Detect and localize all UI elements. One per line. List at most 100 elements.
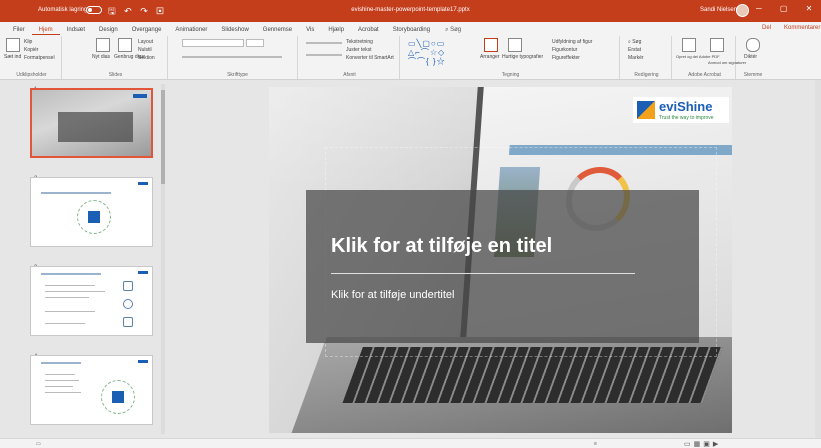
slide-thumbnail-2[interactable] [30, 177, 153, 247]
slide-thumbnail-3[interactable] [30, 266, 153, 336]
slide-counter: ▭ [36, 441, 41, 447]
format-painter-button[interactable]: Formatpensel [24, 55, 55, 61]
replace-button[interactable]: Erstat [628, 47, 641, 53]
paste-button[interactable]: Sæt ind [4, 54, 21, 60]
thumbnails-scrollbar[interactable] [161, 84, 165, 434]
group-label-acrobat: Adobe Acrobat [688, 72, 721, 78]
shape-outline-button[interactable]: Figurkontur [552, 47, 577, 53]
shape-fill-button[interactable]: Udfyldning af figur [552, 39, 592, 45]
thumb-title-line [41, 273, 101, 275]
arrange-button[interactable]: Arranger [480, 54, 499, 60]
thumb-icon [123, 317, 133, 327]
thumb-text-line [45, 392, 81, 393]
editing-canvas: eviShine Trust the way to improve Klik f… [168, 80, 821, 438]
file-name: evishine-master-powerpoint-template17.pp… [351, 7, 470, 13]
dictate-button[interactable]: Diktér [744, 54, 757, 60]
tab-file[interactable]: Filer [6, 25, 32, 35]
quick-styles-icon[interactable] [508, 38, 522, 52]
brand-tagline: Trust the way to improve [659, 115, 714, 121]
ribbon-groups: Sæt ind Klip Kopiér Formatpensel Udklips… [0, 36, 821, 79]
group-slides: Nyt dias Genbrug dias Layout Nulstil Sek… [64, 36, 168, 79]
slide-1[interactable]: eviShine Trust the way to improve Klik f… [269, 87, 732, 433]
tab-review[interactable]: Gennemse [256, 25, 299, 35]
shape-effects-button[interactable]: Figureffekter [552, 55, 580, 61]
ribbon-search-label: Søg [450, 27, 462, 33]
ribbon: Filer Hjem Indsæt Design Overgange Anima… [0, 22, 821, 80]
alignment-buttons[interactable] [306, 54, 342, 56]
group-font: Skrifttype [178, 36, 298, 79]
reuse-slides-icon[interactable] [118, 38, 132, 52]
tab-insert[interactable]: Indsæt [60, 25, 92, 35]
font-name-select[interactable] [182, 39, 244, 47]
thumb-icon [123, 281, 133, 291]
layout-button[interactable]: Layout [138, 39, 153, 45]
tab-slideshow[interactable]: Slideshow [214, 25, 255, 35]
tab-home[interactable]: Hjem [31, 25, 60, 35]
view-buttons[interactable]: ▭▦▣▶ [684, 440, 721, 448]
user-name[interactable]: Sandi Nielsen [700, 7, 737, 13]
status-bar: ▭ ≡ ▭▦▣▶ [0, 438, 821, 448]
thumb-text-line [45, 291, 105, 292]
tab-acrobat[interactable]: Acrobat [351, 25, 386, 35]
thumb-title-line [41, 362, 81, 364]
group-editing: ⌕ Søg Erstat Markér Redigering [622, 36, 672, 79]
tab-design[interactable]: Design [92, 25, 125, 35]
group-voice: Diktér Stemme [738, 36, 768, 79]
tab-animations[interactable]: Animationer [168, 25, 214, 35]
slide-thumbnails-pane: 1 2 3 4 [0, 80, 168, 438]
tab-storyboarding[interactable]: Storyboarding [386, 25, 437, 35]
request-signatures-icon[interactable] [710, 38, 724, 52]
create-pdf-button[interactable]: Opret og del Adobe PDF [676, 54, 720, 59]
align-text-button[interactable]: Juster tekst [346, 47, 372, 53]
find-button[interactable]: ⌕ Søg [628, 39, 641, 45]
cut-button[interactable]: Klip [24, 39, 32, 45]
notes-button[interactable]: ≡ [594, 441, 597, 447]
thumb-text-line [45, 374, 75, 375]
quick-styles-button[interactable]: Hurtige typografier [502, 54, 543, 60]
ribbon-search[interactable]: ⌕ Søg [445, 25, 461, 35]
thumb-text-line [45, 285, 95, 286]
slide-thumbnail-1[interactable] [30, 88, 153, 158]
subtitle-placeholder[interactable]: Klik for at tilføje undertitel [331, 289, 455, 301]
new-slide-button[interactable]: Nyt dias [92, 54, 110, 60]
thumb-title-line [41, 192, 111, 194]
title-placeholder[interactable]: Klik for at tilføje en titel [331, 235, 552, 258]
canvas-scrollbar[interactable] [815, 80, 821, 438]
title-overlay-box: Klik for at tilføje en titel Klik for at… [306, 190, 699, 343]
reset-button[interactable]: Nulstil [138, 47, 152, 53]
thumb-logo [138, 360, 148, 363]
thumb-logo [133, 94, 147, 98]
avatar[interactable] [736, 4, 749, 17]
font-size-select[interactable] [246, 39, 264, 47]
copy-button[interactable]: Kopiér [24, 47, 38, 53]
group-label-voice: Stemme [743, 72, 763, 78]
group-label-paragraph: Afsnit [343, 72, 356, 78]
group-paragraph: Tekstretning Juster tekst Konverter til … [300, 36, 400, 79]
list-buttons[interactable] [306, 42, 342, 44]
window-controls[interactable]: ─ ▢ ✕ [756, 4, 820, 13]
new-slide-icon[interactable] [96, 38, 110, 52]
create-pdf-icon[interactable] [682, 38, 696, 52]
paste-icon[interactable] [6, 38, 20, 52]
tab-transitions[interactable]: Overgange [125, 25, 169, 35]
arrange-icon[interactable] [484, 38, 498, 52]
find-label: Søg [632, 39, 642, 45]
group-label-slides: Slides [108, 72, 123, 78]
group-label-editing: Redigering [634, 72, 659, 78]
shapes-gallery[interactable]: ▭╲▢○▭ △⌐⌒☆◇ ⌒⌒{ }☆ [408, 39, 446, 66]
share-button[interactable]: Del [762, 25, 771, 31]
section-button[interactable]: Sektion [138, 55, 155, 61]
thumb-logo [138, 271, 148, 274]
slide-thumbnail-4[interactable] [30, 355, 153, 425]
comments-button[interactable]: Kommentarer [784, 25, 820, 31]
microphone-icon[interactable] [746, 38, 760, 52]
group-label-drawing: Tegning [501, 72, 520, 78]
select-button[interactable]: Markér [628, 55, 644, 61]
thumb-text-line [45, 380, 79, 381]
text-direction-button[interactable]: Tekstretning [346, 39, 373, 45]
smartart-button[interactable]: Konverter til SmartArt [346, 55, 394, 61]
thumb-text-line [45, 311, 95, 312]
font-format-buttons[interactable] [182, 56, 282, 58]
tab-view[interactable]: Vis [299, 25, 321, 35]
tab-help[interactable]: Hjælp [321, 25, 351, 35]
